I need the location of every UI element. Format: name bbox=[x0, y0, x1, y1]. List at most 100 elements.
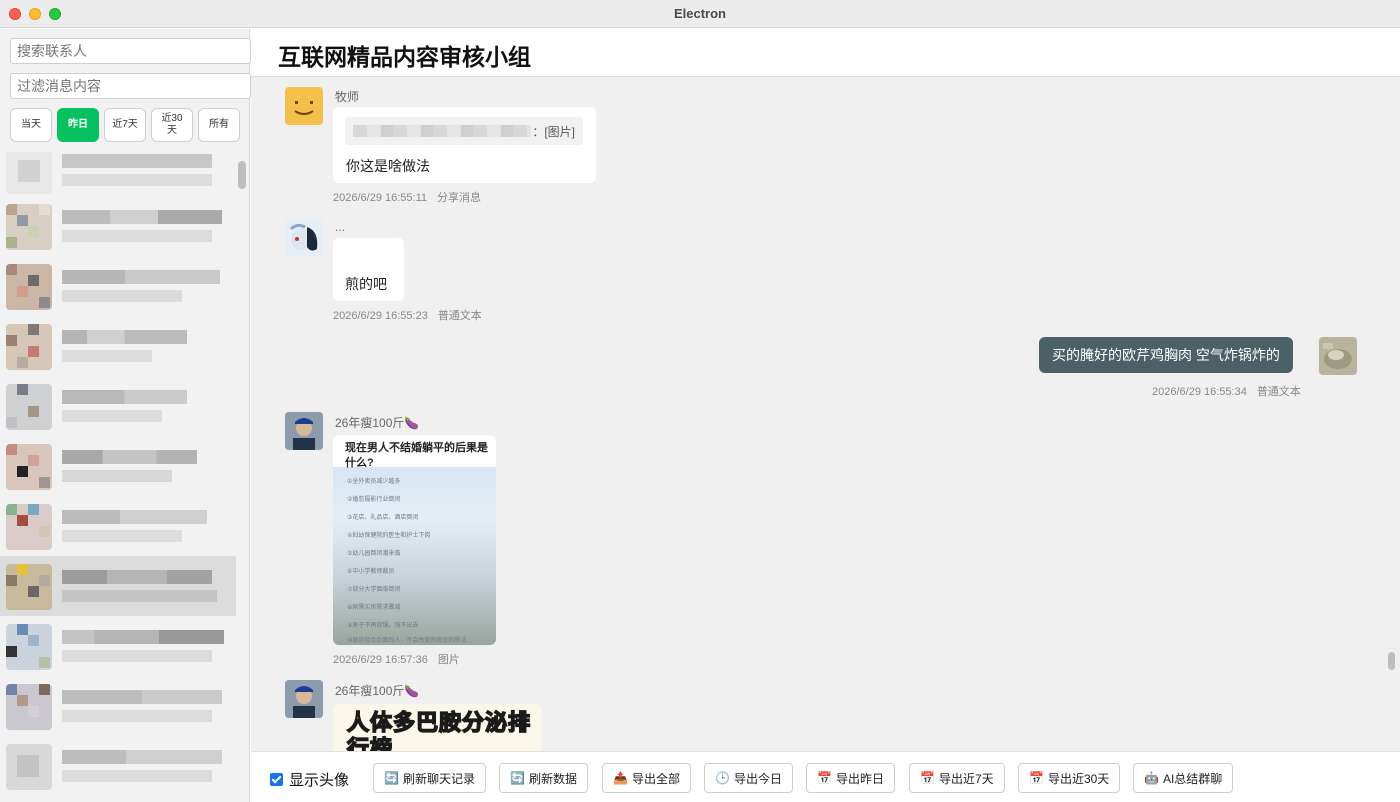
image-caption-text: 人体多巴胺分泌排行榜 bbox=[346, 709, 532, 751]
image-line: ⑥中小学教师裁员 bbox=[347, 569, 395, 575]
person-avatar-icon bbox=[285, 412, 323, 450]
image-message[interactable]: 人体多巴胺分泌排行榜 bbox=[333, 704, 542, 751]
image-line: ⑩被迫背负负面的人，不会改变的观念的想法 bbox=[347, 638, 467, 644]
contact-name-redacted bbox=[62, 570, 212, 584]
contact-item[interactable] bbox=[0, 256, 236, 316]
message-type: 普通文本 bbox=[1256, 386, 1301, 398]
contact-item[interactable] bbox=[0, 316, 236, 376]
message-time: 2026/6/29 16:55:34 bbox=[1152, 386, 1247, 398]
image-line: ①全外卖员减少越多 bbox=[347, 479, 401, 485]
sender-name: ... bbox=[335, 220, 346, 234]
contact-item[interactable] bbox=[0, 496, 236, 556]
contact-avatar bbox=[6, 152, 52, 194]
outgoing-message-bubble[interactable]: 买的腌好的欧芹鸡胸肉 空气炸锅炸的 bbox=[1039, 337, 1293, 373]
contact-preview-redacted bbox=[62, 470, 172, 482]
contact-item[interactable] bbox=[0, 196, 236, 256]
refresh-chat-button[interactable]: 🔄 刷新聊天记录 bbox=[373, 763, 486, 793]
export-all-button[interactable]: 📤 导出全部 bbox=[602, 763, 691, 793]
contact-preview-redacted bbox=[62, 290, 182, 302]
message-list-scrollbar[interactable] bbox=[1388, 652, 1395, 670]
show-avatar-label: 显示头像 bbox=[289, 772, 350, 789]
message-type: 普通文本 bbox=[437, 310, 482, 322]
contact-item[interactable] bbox=[0, 616, 236, 676]
contact-list-scrollbar[interactable] bbox=[238, 161, 246, 189]
image-line: ③花店、礼品店、酒店倒闭 bbox=[347, 515, 419, 521]
refresh-icon: 🔄 bbox=[384, 771, 399, 785]
contact-avatar bbox=[6, 504, 52, 550]
person-avatar-icon bbox=[285, 680, 323, 718]
filter-today-button[interactable]: 当天 bbox=[10, 108, 52, 142]
filter-all-button[interactable]: 所有 bbox=[198, 108, 240, 142]
sender-name: 26年瘦100斤🍆 bbox=[335, 684, 420, 698]
contact-name-redacted bbox=[62, 330, 187, 344]
contact-avatar bbox=[6, 444, 52, 490]
contact-preview-redacted bbox=[62, 350, 152, 362]
clock-icon: 🕒 bbox=[715, 771, 730, 785]
contact-name-redacted bbox=[62, 210, 222, 224]
sender-name: 牧师 bbox=[335, 90, 360, 104]
image-message[interactable]: 现在男人不结婚躺平的后果是什么? ①全外卖员减少越多 ②婚恋摄影行业倒闭 ③花店… bbox=[333, 435, 496, 645]
contact-item[interactable] bbox=[0, 376, 236, 436]
calendar-icon: 📅 bbox=[1029, 771, 1044, 785]
message-filter-input[interactable] bbox=[10, 73, 251, 99]
button-label: 导出今日 bbox=[733, 771, 782, 786]
quoted-text-redacted bbox=[353, 125, 531, 137]
calendar-icon: 📅 bbox=[817, 771, 832, 785]
contact-item[interactable] bbox=[0, 676, 236, 736]
sender-avatar[interactable] bbox=[285, 680, 323, 718]
contact-preview-redacted bbox=[62, 710, 212, 722]
contact-avatar bbox=[6, 204, 52, 250]
button-label: 刷新数据 bbox=[528, 771, 577, 786]
quoted-message: ：[图片] bbox=[345, 117, 583, 145]
filter-yesterday-button[interactable]: 昨日 bbox=[57, 108, 99, 142]
smiley-avatar-icon bbox=[294, 101, 314, 115]
contact-avatar bbox=[6, 624, 52, 670]
quoted-tag: ：[图片] bbox=[532, 125, 575, 139]
checkbox-checked-icon[interactable] bbox=[270, 773, 283, 786]
export-today-button[interactable]: 🕒 导出今日 bbox=[704, 763, 793, 793]
contact-list bbox=[0, 152, 236, 802]
export-yesterday-button[interactable]: 📅 导出昨日 bbox=[806, 763, 895, 793]
filter-7days-button[interactable]: 近7天 bbox=[104, 108, 146, 142]
message-list: 牧师 ：[图片] 你这是啥做法 2026/6/29 16:55:11 分享消息 .… bbox=[251, 78, 1400, 751]
message-time: 2026/6/29 16:57:36 bbox=[333, 654, 428, 666]
self-avatar[interactable] bbox=[1319, 337, 1357, 375]
message-meta: 2026/6/29 16:55:34 普通文本 bbox=[1152, 383, 1301, 399]
contact-name-redacted bbox=[62, 270, 220, 284]
message-type: 分享消息 bbox=[437, 192, 481, 204]
anime-avatar-icon bbox=[289, 223, 318, 251]
contact-item[interactable] bbox=[0, 152, 236, 200]
contact-item[interactable] bbox=[0, 436, 236, 496]
contact-name-redacted bbox=[62, 510, 207, 524]
date-filter-group: 当天 昨日 近7天 近30天 所有 bbox=[10, 108, 250, 142]
refresh-data-button[interactable]: 🔄 刷新数据 bbox=[499, 763, 588, 793]
image-title-text: 现在男人不结婚躺平的后果是什么? bbox=[345, 442, 488, 469]
contact-preview-redacted bbox=[62, 590, 217, 602]
message-meta: 2026/6/29 16:55:11 分享消息 bbox=[333, 189, 481, 205]
sender-avatar[interactable] bbox=[285, 412, 323, 450]
show-avatar-toggle[interactable]: 显示头像 bbox=[270, 769, 349, 790]
message-bubble[interactable]: ：[图片] 你这是啥做法 bbox=[333, 107, 596, 183]
filter-30days-button[interactable]: 近30天 bbox=[151, 108, 193, 142]
sender-avatar[interactable] bbox=[285, 87, 323, 125]
contact-avatar bbox=[6, 264, 52, 310]
ai-summary-button[interactable]: 🤖 AI总结群聊 bbox=[1133, 763, 1234, 793]
calendar-icon: 📅 bbox=[920, 771, 935, 785]
contact-name-redacted bbox=[62, 154, 212, 168]
export-7days-button[interactable]: 📅 导出近7天 bbox=[909, 763, 1005, 793]
image-line: ⑧刚需买房需求骤减 bbox=[347, 605, 401, 611]
sender-name: 26年瘦100斤🍆 bbox=[335, 416, 420, 430]
image-line: ④妇幼保健院的医生和护士下岗 bbox=[347, 533, 431, 539]
refresh-icon: 🔄 bbox=[510, 771, 525, 785]
contact-avatar bbox=[6, 384, 52, 430]
contact-item[interactable] bbox=[0, 736, 236, 796]
export-30days-button[interactable]: 📅 导出近30天 bbox=[1018, 763, 1121, 793]
message-bubble[interactable]: 煎的吧 bbox=[333, 238, 404, 301]
contact-preview-redacted bbox=[62, 230, 212, 242]
message-text: 你这是啥做法 bbox=[346, 158, 430, 174]
contact-item-selected[interactable] bbox=[0, 556, 236, 616]
contact-avatar bbox=[6, 684, 52, 730]
contact-search-input[interactable] bbox=[10, 38, 251, 64]
sender-avatar[interactable] bbox=[285, 219, 323, 257]
robot-icon: 🤖 bbox=[1144, 771, 1159, 785]
